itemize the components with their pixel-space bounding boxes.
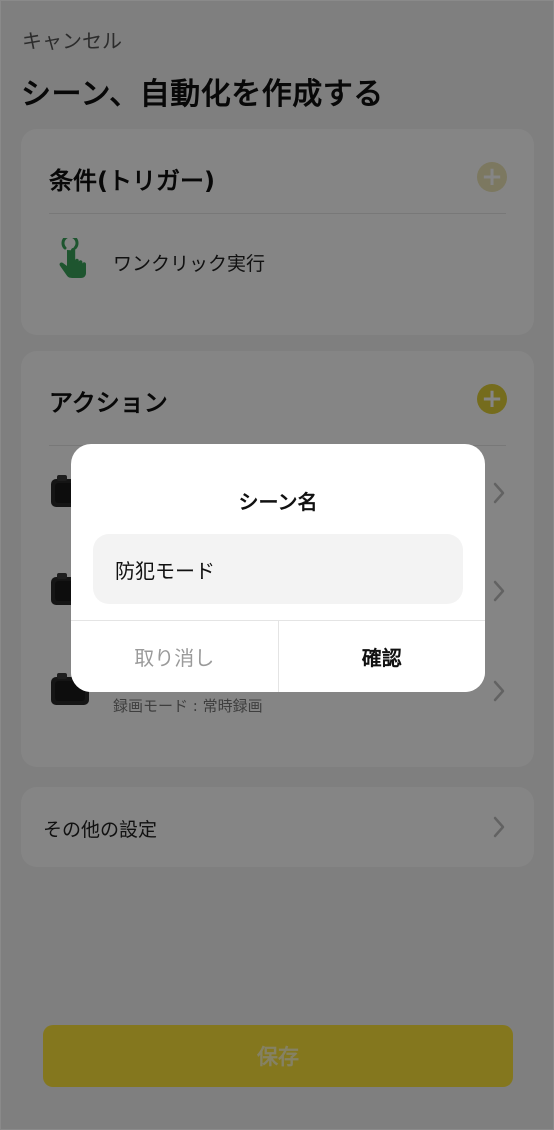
app-screen: キャンセル シーン、自動化を作成する 条件(トリガー) + ワンクリック実行 ア…	[0, 0, 554, 1130]
dialog-confirm-button[interactable]: 確認	[278, 621, 485, 692]
dialog-button-row: 取り消し 確認	[71, 620, 485, 692]
dialog-cancel-button[interactable]: 取り消し	[71, 621, 279, 692]
scene-name-dialog: シーン名 取り消し 確認	[71, 444, 485, 692]
dialog-title: シーン名	[238, 490, 318, 514]
scene-name-input[interactable]	[93, 534, 463, 604]
